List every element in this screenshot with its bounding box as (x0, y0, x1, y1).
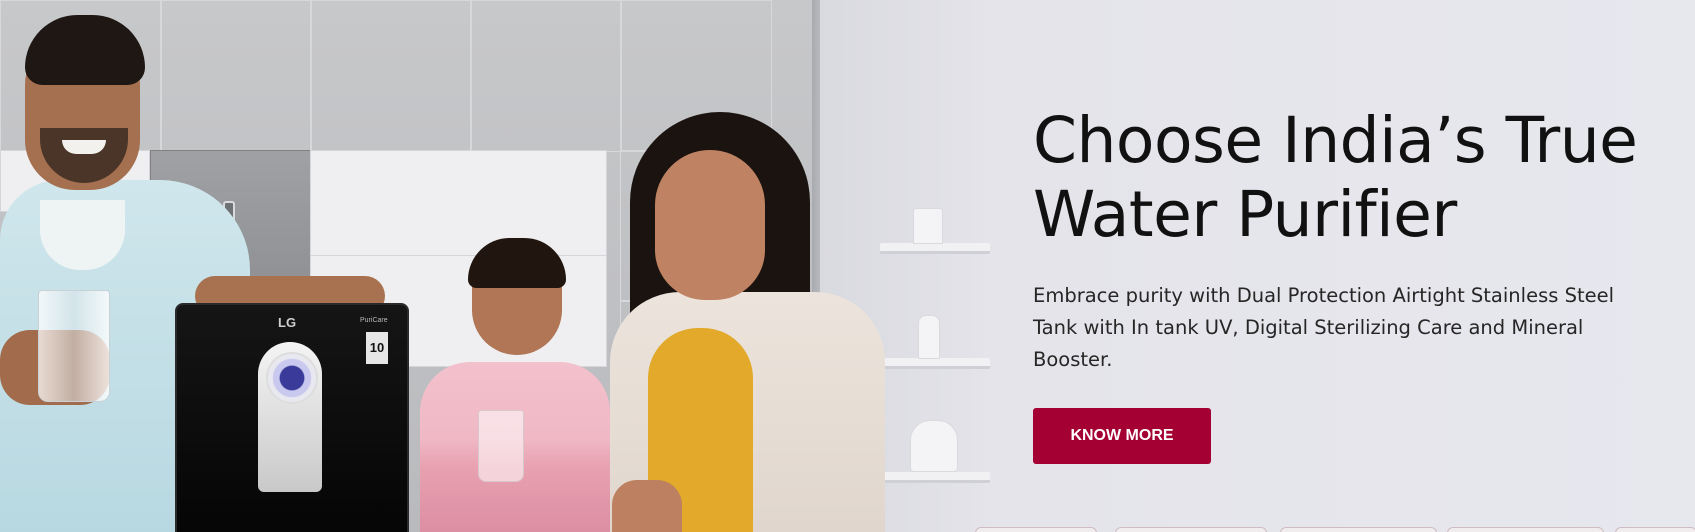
white-cabinet-upper (310, 150, 607, 257)
purifier-uv-dial-icon (266, 352, 318, 404)
hero-description: Embrace purity with Dual Protection Airt… (1033, 284, 1615, 371)
pot-ornament (910, 420, 958, 472)
warranty-badge: 10 (366, 332, 388, 364)
puricare-label: PuriCare (360, 317, 388, 324)
wall-shelf (880, 243, 990, 254)
water-glass (478, 410, 524, 482)
hero-content: Choose India’s True Water Purifier Embra… (1033, 104, 1673, 464)
hero-headline: Choose India’s True Water Purifier (1033, 104, 1673, 252)
carousel-tab[interactable] (1280, 527, 1437, 532)
thumbs-up-hand (612, 480, 682, 532)
lg-logo: LG (278, 315, 297, 330)
carousel-tab[interactable] (1447, 527, 1604, 532)
wall-shelf (880, 358, 990, 369)
know-more-button[interactable]: KNOW MORE (1033, 408, 1211, 464)
woman-face (655, 150, 765, 300)
carousel-tab[interactable] (1115, 527, 1267, 532)
wall-shelf (880, 472, 990, 483)
headline-line-2: Water Purifier (1033, 178, 1457, 251)
water-glass (38, 290, 110, 402)
vase-ornament (918, 315, 940, 359)
hero-banner: LG PuriCare 10 Choose India’s True Water… (0, 0, 1695, 532)
carousel-tab[interactable] (975, 527, 1097, 532)
headline-line-1: Choose India’s True (1033, 104, 1638, 177)
house-ornament (913, 208, 943, 244)
carousel-tab[interactable] (1615, 527, 1695, 532)
